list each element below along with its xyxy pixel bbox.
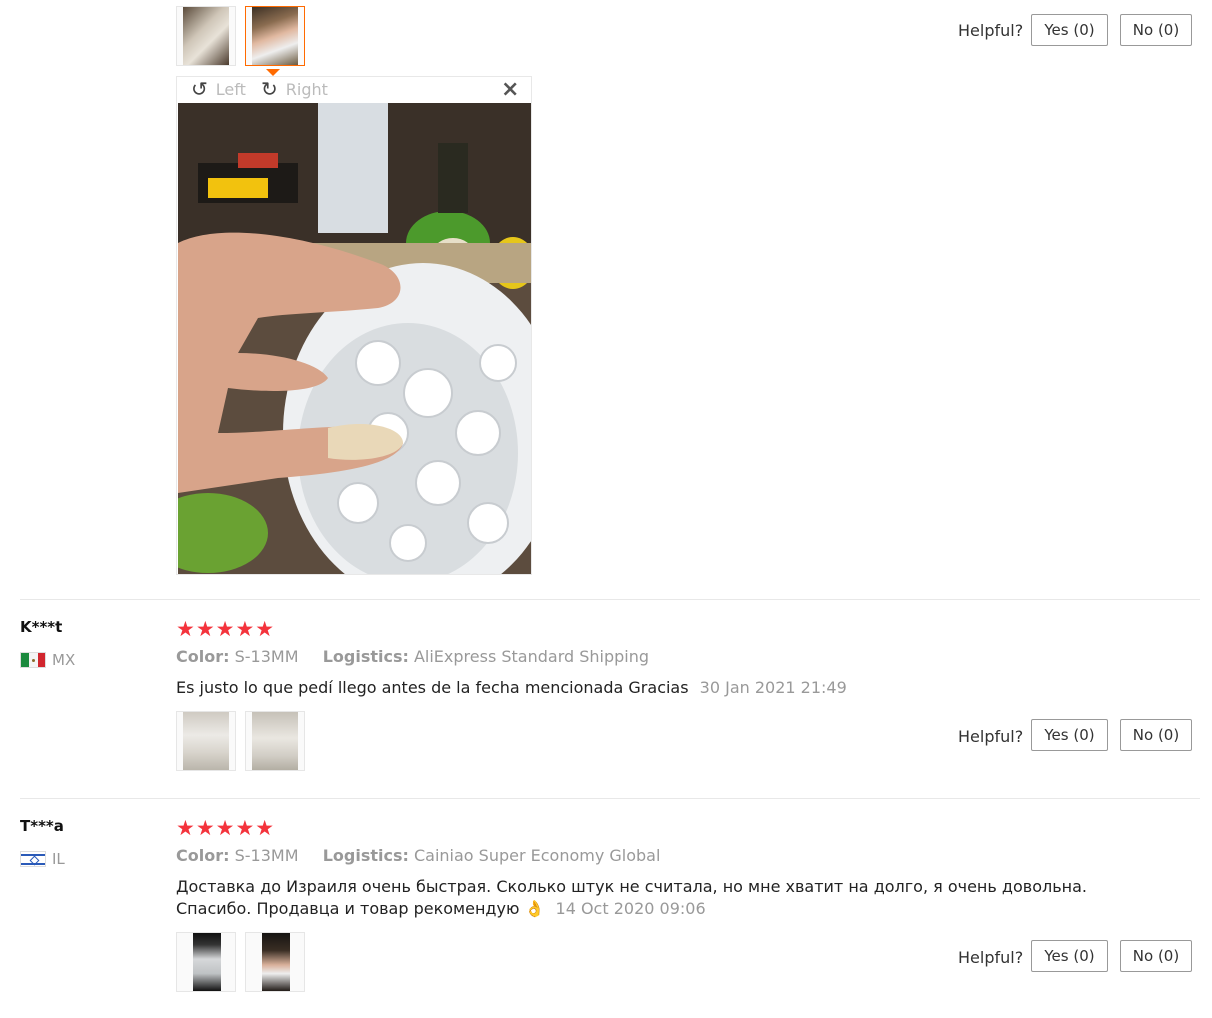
review-photo-thumb[interactable]: [245, 932, 305, 992]
logistics-value: Cainiao Super Economy Global: [413, 846, 661, 865]
country-code: MX: [52, 651, 76, 669]
close-icon[interactable]: ×: [501, 77, 519, 102]
review-text: Доставка до Израиля очень быстрая. Сколь…: [176, 876, 1087, 920]
mexico-flag-icon: [20, 652, 46, 668]
rotate-left-label: Left: [215, 79, 246, 99]
color-label: Color:: [176, 647, 230, 666]
image-viewer: ↺ Left ↻ Right ×: [176, 76, 532, 575]
no-button[interactable]: No (0): [1120, 719, 1192, 751]
review-photo-thumb[interactable]: [176, 6, 236, 66]
star-rating: ★★★★★: [176, 818, 276, 839]
no-button[interactable]: No (0): [1120, 14, 1192, 46]
yes-button[interactable]: Yes (0): [1031, 940, 1108, 972]
stars-icon: ★★★★★: [176, 816, 276, 840]
rotate-right-icon: ↻: [261, 77, 278, 101]
rotate-right-label: Right: [285, 79, 328, 99]
review-divider: [20, 599, 1200, 600]
rotate-right-button[interactable]: ↻ Right: [261, 79, 328, 99]
review-photo-thumb-selected[interactable]: [245, 6, 305, 66]
helpful-label: Helpful?: [958, 21, 1024, 40]
helpful-label: Helpful?: [958, 727, 1024, 746]
review-date: 30 Jan 2021 21:49: [699, 678, 847, 697]
color-value: S-13MM: [234, 846, 299, 865]
viewer-toolbar: ↺ Left ↻ Right ×: [177, 77, 531, 103]
rotate-left-icon: ↺: [191, 77, 208, 101]
no-button[interactable]: No (0): [1120, 940, 1192, 972]
rotate-left-button[interactable]: ↺ Left: [191, 79, 246, 99]
review-photo-thumb[interactable]: [176, 711, 236, 771]
reviewer-country: IL: [20, 850, 65, 868]
star-rating: ★★★★★: [176, 619, 276, 640]
review-text: Es justo lo que pedí llego antes de la f…: [176, 677, 847, 699]
review-date: 14 Oct 2020 09:06: [555, 899, 706, 918]
israel-flag-icon: [20, 851, 46, 867]
color-value: S-13MM: [234, 647, 299, 666]
review-divider: [20, 798, 1200, 799]
logistics-label: Logistics:: [322, 846, 409, 865]
yes-button[interactable]: Yes (0): [1031, 719, 1108, 751]
review-meta: Color: S-13MM Logistics: AliExpress Stan…: [176, 647, 649, 666]
review-meta: Color: S-13MM Logistics: Cainiao Super E…: [176, 846, 660, 865]
review-photo-thumb[interactable]: [176, 932, 236, 992]
reviewer-name: T***a: [20, 817, 64, 835]
review-body-line2: Спасибо. Продавца и товар рекомендую 👌: [176, 899, 545, 918]
color-label: Color:: [176, 846, 230, 865]
review-photo-large: [178, 103, 531, 574]
logistics-label: Logistics:: [322, 647, 409, 666]
review-body-line1: Доставка до Израиля очень быстрая. Сколь…: [176, 877, 1087, 896]
reviewer-country: MX: [20, 651, 75, 669]
review-body: Es justo lo que pedí llego antes de la f…: [176, 678, 689, 697]
stars-icon: ★★★★★: [176, 617, 276, 641]
country-code: IL: [52, 850, 65, 868]
helpful-label: Helpful?: [958, 948, 1024, 967]
reviewer-name: K***t: [20, 618, 63, 636]
review-photo-thumb[interactable]: [245, 711, 305, 771]
yes-button[interactable]: Yes (0): [1031, 14, 1108, 46]
selected-indicator-arrow: [266, 69, 280, 76]
logistics-value: AliExpress Standard Shipping: [413, 647, 650, 666]
review-photo-large-image: [178, 103, 531, 574]
